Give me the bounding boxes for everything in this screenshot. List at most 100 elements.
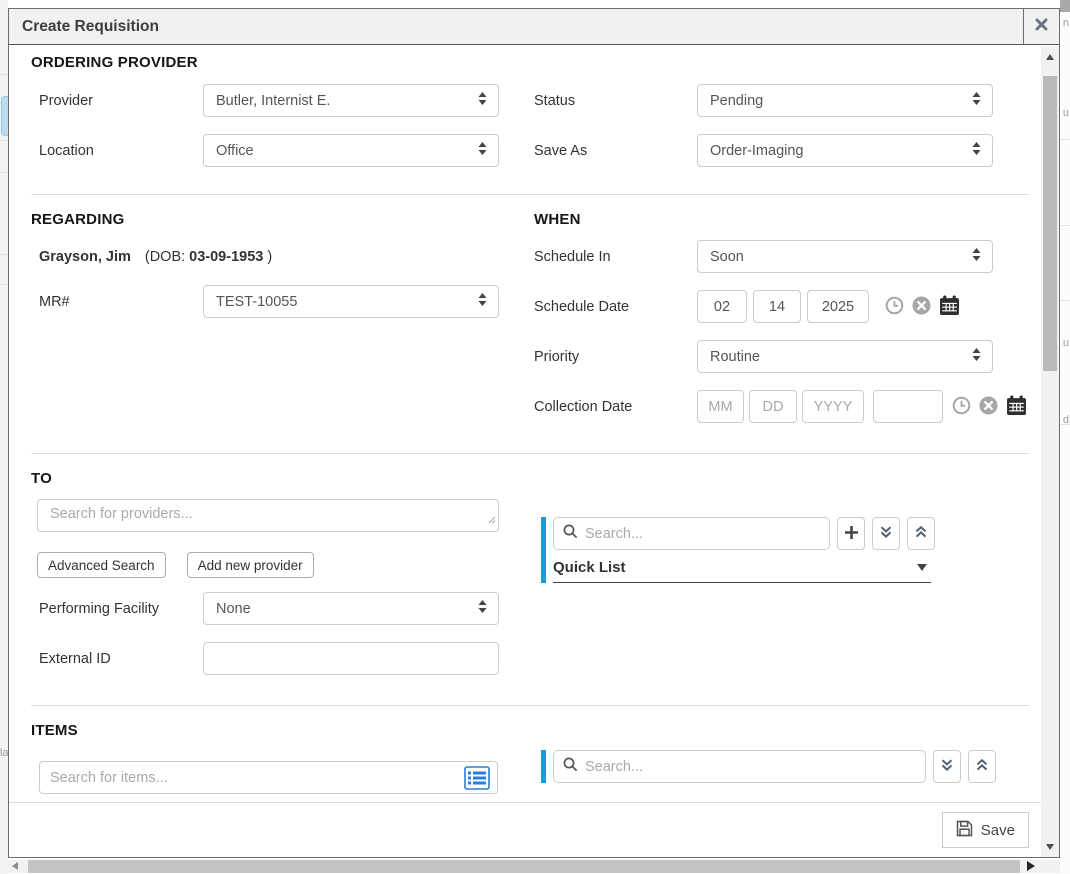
advanced-search-button[interactable]: Advanced Search: [37, 552, 166, 578]
to-section: Advanced Search Add new provider Perform…: [31, 487, 1029, 675]
collection-month-input[interactable]: [697, 390, 744, 423]
arrow-down-icon: [1046, 844, 1054, 850]
collection-clear-button[interactable]: [979, 396, 998, 418]
performing-facility-select-value: None: [216, 601, 251, 617]
chevron-double-down-icon: [879, 525, 893, 542]
background-text-fragment: d: [1063, 415, 1069, 426]
collapse-all-button[interactable]: [907, 517, 935, 550]
dob-suffix: ): [267, 249, 272, 265]
schedule-time-button[interactable]: [885, 296, 904, 318]
chevron-double-up-icon: [914, 525, 928, 542]
provider-label: Provider: [31, 93, 203, 109]
background-text-fragment: u: [1063, 108, 1069, 119]
external-id-label: External ID: [31, 651, 203, 667]
status-select[interactable]: Pending: [697, 84, 993, 117]
location-row: Location Office: [31, 134, 534, 167]
to-buttons-row: Advanced Search Add new provider: [37, 552, 534, 578]
items-right-column: [534, 739, 1029, 794]
provider-select[interactable]: Butler, Internist E.: [203, 84, 499, 117]
scroll-up-button[interactable]: [1041, 48, 1059, 65]
save-as-row: Save As Order-Imaging: [534, 134, 1029, 167]
vertical-scrollbar-thumb[interactable]: [1043, 76, 1057, 371]
dialog-title: Create Requisition: [9, 18, 159, 36]
close-button[interactable]: [1023, 9, 1059, 45]
status-select-value: Pending: [710, 93, 763, 109]
select-arrows-icon: [477, 91, 488, 110]
schedule-in-select-value: Soon: [710, 249, 744, 265]
schedule-year-input[interactable]: [807, 290, 869, 323]
schedule-calendar-button[interactable]: [939, 295, 960, 319]
items-expand-all-button[interactable]: [933, 750, 961, 783]
close-icon: [1035, 18, 1048, 36]
items-panel-search-input[interactable]: [585, 759, 916, 775]
clear-circle-icon: [979, 396, 998, 418]
provider-select-value: Butler, Internist E.: [216, 93, 330, 109]
mr-select[interactable]: TEST-10055: [203, 285, 499, 318]
collection-calendar-button[interactable]: [1006, 395, 1027, 419]
location-select[interactable]: Office: [203, 134, 499, 167]
ordering-provider-section: Provider Butler, Internist E. Status Pen…: [31, 84, 1029, 167]
expand-all-button[interactable]: [872, 517, 900, 550]
save-button[interactable]: Save: [942, 812, 1029, 848]
schedule-date-label: Schedule Date: [534, 299, 697, 315]
ordering-provider-heading: ORDERING PROVIDER: [31, 54, 1029, 71]
provider-search-textarea[interactable]: [37, 499, 499, 532]
items-collapse-all-button[interactable]: [968, 750, 996, 783]
page-horizontal-scrollbar[interactable]: [8, 860, 1060, 873]
horizontal-scrollbar-thumb[interactable]: [28, 860, 1020, 873]
section-divider: [31, 705, 1029, 706]
to-panel-search-input[interactable]: [585, 526, 820, 542]
create-requisition-dialog: Create Requisition ORDERING PROVIDER Pro…: [8, 8, 1060, 858]
add-new-provider-button[interactable]: Add new provider: [187, 552, 314, 578]
collection-day-input[interactable]: [749, 390, 797, 423]
items-heading: ITEMS: [31, 722, 1029, 739]
performing-facility-label: Performing Facility: [31, 601, 203, 617]
arrow-up-icon: [1046, 54, 1054, 60]
item-list-icon[interactable]: [464, 766, 490, 795]
quick-list-label: Quick List: [553, 559, 626, 576]
location-label: Location: [31, 143, 203, 159]
items-section: [31, 739, 1029, 794]
priority-select-value: Routine: [710, 349, 760, 365]
select-arrows-icon: [971, 141, 982, 160]
save-as-select-value: Order-Imaging: [710, 143, 803, 159]
calendar-icon: [939, 295, 960, 319]
dialog-vertical-scrollbar[interactable]: [1041, 46, 1059, 857]
external-id-row: External ID: [31, 642, 534, 675]
regarding-heading: REGARDING: [31, 211, 534, 228]
regarding-when-section: REGARDING Grayson, Jim (DOB: 03-09-1953 …: [31, 211, 1029, 423]
status-row: Status Pending: [534, 84, 1029, 117]
scroll-right-button[interactable]: [1027, 861, 1035, 871]
schedule-day-input[interactable]: [753, 290, 801, 323]
scroll-left-button[interactable]: [12, 862, 18, 870]
schedule-clear-button[interactable]: [912, 296, 931, 318]
provider-row: Provider Butler, Internist E.: [31, 84, 534, 117]
collection-year-input[interactable]: [802, 390, 864, 423]
quick-list-header[interactable]: Quick List: [553, 559, 931, 583]
schedule-in-row: Schedule In Soon: [534, 240, 1029, 273]
clock-icon: [885, 296, 904, 318]
priority-row: Priority Routine: [534, 340, 1029, 373]
add-provider-list-button[interactable]: [837, 517, 865, 550]
performing-facility-select[interactable]: None: [203, 592, 499, 625]
item-search-input[interactable]: [39, 761, 498, 794]
priority-select[interactable]: Routine: [697, 340, 993, 373]
section-divider: [31, 453, 1029, 454]
collection-time-input[interactable]: [873, 390, 943, 423]
background-corner-block: [1060, 0, 1070, 12]
calendar-icon: [1006, 395, 1027, 419]
scroll-down-button[interactable]: [1041, 838, 1059, 855]
schedule-in-label: Schedule In: [534, 249, 697, 265]
select-arrows-icon: [971, 91, 982, 110]
select-arrows-icon: [971, 347, 982, 366]
items-panel-toolbar: [553, 750, 1029, 783]
resize-handle-icon[interactable]: [488, 511, 496, 529]
external-id-input[interactable]: [203, 642, 499, 675]
schedule-month-input[interactable]: [697, 290, 747, 323]
background-text-fragment: n: [1063, 18, 1069, 29]
schedule-in-select[interactable]: Soon: [697, 240, 993, 273]
plus-icon: [844, 525, 859, 543]
save-disk-icon: [956, 820, 973, 841]
save-as-select[interactable]: Order-Imaging: [697, 134, 993, 167]
collection-time-button[interactable]: [952, 396, 971, 418]
